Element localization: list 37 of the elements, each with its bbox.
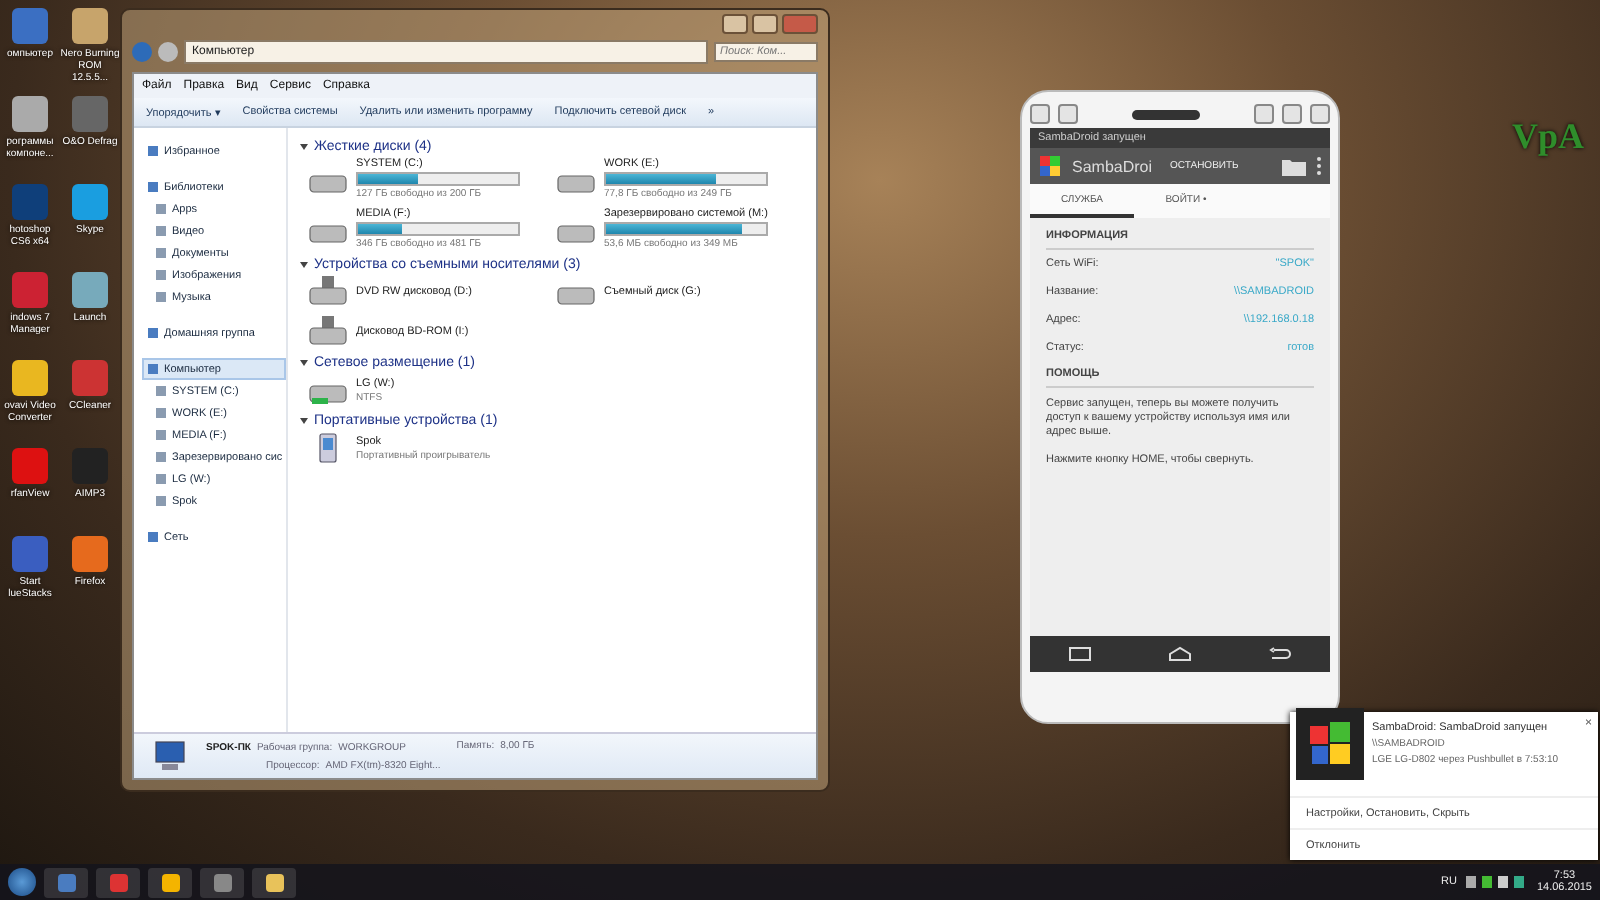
minimize-button[interactable] [1254, 104, 1274, 124]
app-icon [1038, 154, 1062, 178]
back-icon[interactable] [1268, 646, 1292, 662]
close-button[interactable] [1310, 104, 1330, 124]
app-icon[interactable] [12, 96, 48, 132]
taskbar-button[interactable] [148, 867, 192, 897]
app-icon[interactable] [12, 536, 48, 572]
speaker-icon [1132, 109, 1200, 119]
logo: VpA [1511, 116, 1584, 158]
start-button[interactable] [8, 868, 36, 896]
maximize-button[interactable] [1282, 104, 1302, 124]
app-icon[interactable] [12, 448, 48, 484]
app-icon [1296, 708, 1364, 780]
optical-drive-icon [308, 276, 348, 308]
taskbar-button[interactable] [200, 867, 244, 897]
minimize-button[interactable] [722, 14, 748, 34]
app-icon[interactable] [72, 8, 108, 44]
menu-icon[interactable] [1316, 156, 1322, 176]
app-icon[interactable] [72, 184, 108, 220]
app-icon[interactable] [72, 536, 108, 572]
app-icon[interactable] [12, 360, 48, 396]
folder-icon[interactable] [1282, 157, 1306, 175]
optical-drive-icon [308, 316, 348, 348]
app-title: SambaDroi [1072, 157, 1153, 175]
home-icon[interactable] [1168, 646, 1192, 662]
taskbar-button[interactable] [252, 867, 296, 897]
app-icon[interactable] [72, 272, 108, 308]
app-icon[interactable] [12, 272, 48, 308]
app-icon[interactable] [72, 360, 108, 396]
forward-button[interactable] [158, 42, 178, 62]
app-icon[interactable] [12, 8, 48, 44]
tray-icons [1466, 874, 1527, 890]
taskbar-button[interactable] [44, 867, 88, 897]
app-icon[interactable] [72, 96, 108, 132]
recent-apps-icon[interactable] [1068, 646, 1092, 662]
computer-icon [150, 740, 190, 772]
maximize-button[interactable] [752, 14, 778, 34]
